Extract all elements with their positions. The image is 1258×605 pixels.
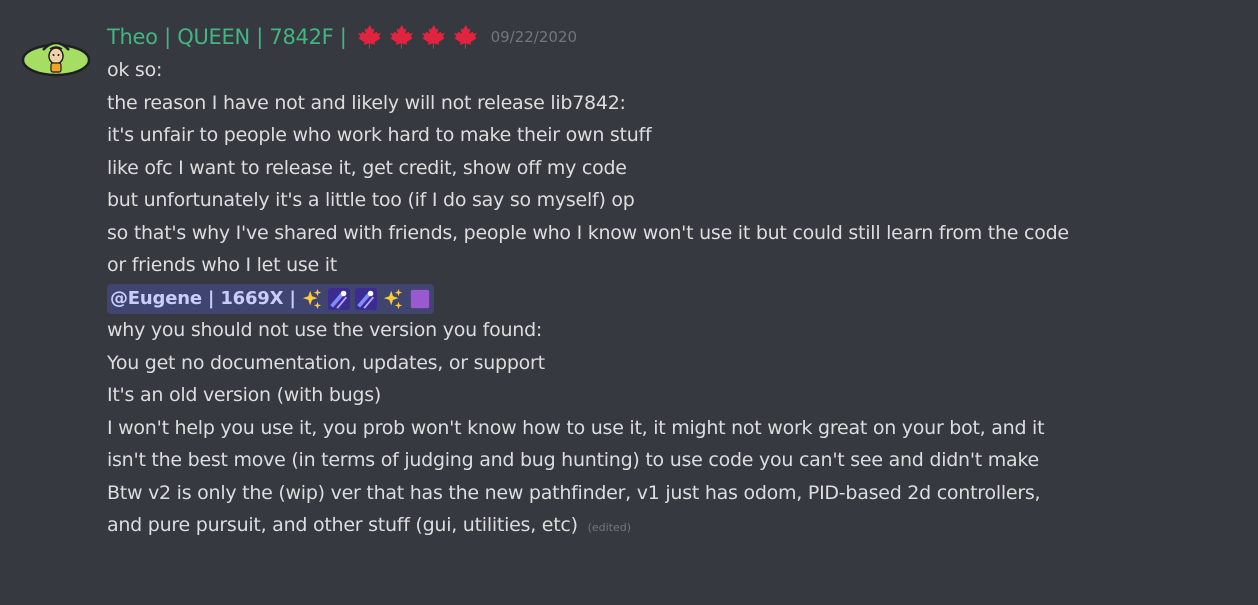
message-line: the reason I have not and likely will no… [107,91,626,114]
mention-label: @Eugene | 1669X | [110,287,296,309]
message-line: or friends who I let use it [107,254,337,276]
message-line: but unfortunately it's a little too (if … [107,189,635,211]
message-header: Theo | QUEEN | 7842F | 09/22/2020 [107,20,1247,54]
edited-label: (edited) [587,521,632,534]
message-line: why you should not use the version you f… [107,319,543,341]
mention-emojis [301,287,431,310]
message-line: like ofc I want to release it, get credi… [107,156,627,179]
sparkles-icon [302,288,321,309]
message-line: ok so: [107,59,163,81]
message-line: so that's why I've shared with friends, … [107,221,1069,244]
maple-leaf-icon [389,25,413,49]
message-line: You get no documentation, updates, or su… [107,351,545,374]
shooting-star-icon [327,287,350,310]
green-avatar-icon[interactable] [20,26,92,84]
timestamp: 09/22/2020 [490,28,578,46]
message-line: it's unfair to people who work hard to m… [107,124,652,146]
username[interactable]: Theo | QUEEN | 7842F | [107,20,347,54]
message-line: Btw v2 is only the (wip) ver that has th… [107,481,1041,504]
shooting-star-icon [354,287,377,310]
username-emojis [357,24,479,50]
message-line: I won't help you use it, you prob won't … [107,416,1045,439]
maple-leaf-icon [357,25,381,49]
message-content: Theo | QUEEN | 7842F | 09/22/2020 ok so:… [107,20,1247,542]
user-mention[interactable]: @Eugene | 1669X | [107,283,434,314]
purple-square-icon [410,289,429,308]
message-line: isn't the best move (in terms of judging… [107,449,1039,471]
message-line-last: and pure pursuit, and other stuff (gui, … [107,509,1247,542]
maple-leaf-icon [421,25,445,49]
maple-leaf-icon [453,25,477,49]
mention-line: @Eugene | 1669X | [107,282,1247,315]
sparkles-icon [383,288,402,309]
message-line: It's an old version (with bugs) [107,384,382,406]
chat-message: Theo | QUEEN | 7842F | 09/22/2020 ok so:… [0,0,1258,605]
message-line-text: and pure pursuit, and other stuff (gui, … [107,514,578,536]
